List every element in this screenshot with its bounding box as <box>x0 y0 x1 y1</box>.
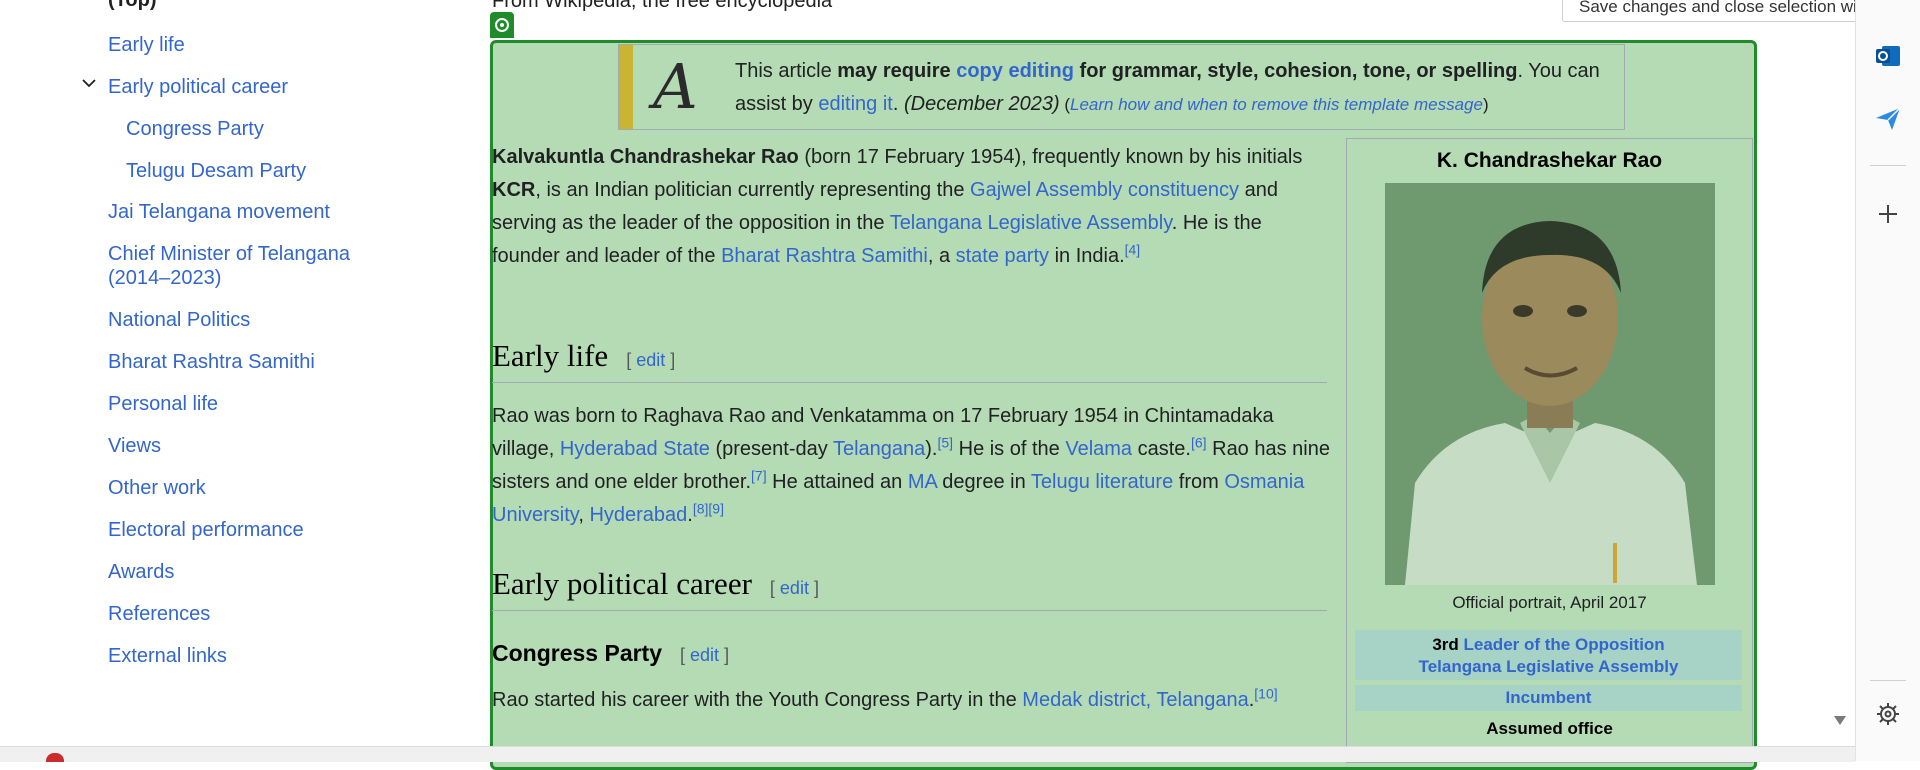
edit-section: [ edit ] <box>626 350 676 370</box>
leader-opposition-link[interactable]: Leader of the Opposition <box>1464 635 1665 654</box>
portrait-illustration <box>1385 183 1715 585</box>
rail-divider <box>1870 165 1906 166</box>
toc-item-electoral-performance[interactable]: Electoral performance <box>108 518 304 542</box>
portrait-image[interactable] <box>1385 183 1715 585</box>
early-life-paragraph: Rao was born to Raghava Rao and Venkatam… <box>492 405 1330 526</box>
ref-link[interactable]: [4] <box>1125 241 1141 257</box>
toc-item-jai-telangana[interactable]: Jai Telangana movement <box>108 200 330 224</box>
toc-item-chief-minister[interactable]: Chief Minister of Telangana (2014–2023) <box>108 242 350 290</box>
incumbent-band: Incumbent <box>1355 685 1742 711</box>
heading-early-political-career: Early political career[ edit ] <box>492 566 1327 611</box>
edit-link[interactable]: edit <box>690 645 719 665</box>
target-icon[interactable] <box>490 12 514 38</box>
congress-paragraph: Rao started his career with the Youth Co… <box>492 685 1278 711</box>
notice-bar <box>619 45 633 129</box>
incumbent-link[interactable]: Incumbent <box>1506 688 1592 707</box>
toc-item-congress-party[interactable]: Congress Party <box>126 117 264 141</box>
ma-link[interactable]: MA <box>908 471 937 493</box>
state-party-link[interactable]: state party <box>956 245 1049 267</box>
send-icon[interactable] <box>1872 102 1904 134</box>
toc-item-other-work[interactable]: Other work <box>108 476 206 500</box>
toc-item-early-life[interactable]: Early life <box>108 33 185 57</box>
article-content: From Wikipedia, the free encyclopedia A … <box>490 0 1885 770</box>
site-tagline: From Wikipedia, the free encyclopedia <box>492 0 833 12</box>
legislative-assembly-link[interactable]: Telangana Legislative Assembly <box>1419 657 1679 676</box>
telangana-assembly-link[interactable]: Telangana Legislative Assembly <box>890 212 1172 234</box>
wizard-tooltip: Save changes and close selection wizard. <box>1562 0 1862 22</box>
ref-link[interactable]: [6] <box>1191 434 1207 450</box>
learn-more-link[interactable]: Learn how and when to remove this templa… <box>1070 95 1483 114</box>
edit-link[interactable]: edit <box>636 350 665 370</box>
toc-item-early-political-career[interactable]: Early political career <box>108 75 288 99</box>
settings-icon[interactable] <box>1872 698 1904 730</box>
outlook-icon[interactable] <box>1872 40 1904 72</box>
heading-early-life: Early life[ edit ] <box>492 338 1327 383</box>
edit-section: [ edit ] <box>769 578 819 598</box>
telangana-link[interactable]: Telangana <box>833 438 925 460</box>
ref-link[interactable]: [10] <box>1254 685 1277 701</box>
office-band: 3rd Leader of the Opposition Telangana L… <box>1355 630 1742 680</box>
infobox-title: K. Chandrashekar Rao <box>1436 149 1663 172</box>
copy-editing-link[interactable]: copy editing <box>956 60 1074 82</box>
rail-divider <box>1870 680 1906 681</box>
toc-item-views[interactable]: Views <box>108 434 161 458</box>
medak-link[interactable]: Medak district, Telangana <box>1022 689 1248 711</box>
toc-item-personal-life[interactable]: Personal life <box>108 392 218 416</box>
telugu-literature-link[interactable]: Telugu literature <box>1031 471 1173 493</box>
edit-section: [ edit ] <box>680 645 730 665</box>
infobox: K. Chandrashekar Rao Official portrait, … <box>1346 138 1753 763</box>
toc-item-telugu-desam-party[interactable]: Telugu Desam Party <box>126 159 306 183</box>
edit-link[interactable]: edit <box>780 578 809 598</box>
toc-item-awards[interactable]: Awards <box>108 560 174 584</box>
ref-link[interactable]: [7] <box>751 467 767 483</box>
toc-top[interactable]: (Top) <box>108 0 157 12</box>
copy-edit-notice: A This article may require copy editing … <box>618 44 1625 130</box>
brs-link[interactable]: Bharat Rashtra Samithi <box>721 245 928 267</box>
ref-link[interactable]: [8][9] <box>693 500 724 516</box>
velama-link[interactable]: Velama <box>1065 438 1132 460</box>
intro-paragraph: Kalvakuntla Chandrashekar Rao (born 17 F… <box>492 146 1303 267</box>
toc-item-label: Chief Minister of Telangana <box>108 243 350 265</box>
editing-it-link[interactable]: editing it <box>818 93 893 115</box>
add-icon[interactable] <box>1872 198 1904 230</box>
gajwel-link[interactable]: Gajwel Assembly constituency <box>970 179 1239 201</box>
notice-icon: A <box>653 50 698 123</box>
scroll-down-icon[interactable] <box>1834 716 1846 725</box>
table-of-contents: (Top) Early life Early political career … <box>0 0 470 761</box>
side-rail <box>1855 0 1920 761</box>
hyderabad-link[interactable]: Hyderabad <box>589 504 687 526</box>
heading-congress-party: Congress Party[ edit ] <box>492 640 730 666</box>
toc-item-external-links[interactable]: External links <box>108 644 227 668</box>
toc-item-national-politics[interactable]: National Politics <box>108 308 250 332</box>
portrait-caption: Official portrait, April 2017 <box>1452 593 1647 612</box>
ref-link[interactable]: [5] <box>937 434 953 450</box>
chevron-down-icon[interactable] <box>80 74 98 92</box>
toc-item-references[interactable]: References <box>108 602 210 626</box>
assumed-office-label: Assumed office <box>1486 719 1613 738</box>
taskbar-strip <box>0 746 1855 762</box>
notice-text: This article may require copy editing fo… <box>735 60 1600 115</box>
toc-item-brs[interactable]: Bharat Rashtra Samithi <box>108 350 315 374</box>
toc-item-label-line2: (2014–2023) <box>108 267 222 289</box>
hyderabad-state-link[interactable]: Hyderabad State <box>560 438 710 460</box>
